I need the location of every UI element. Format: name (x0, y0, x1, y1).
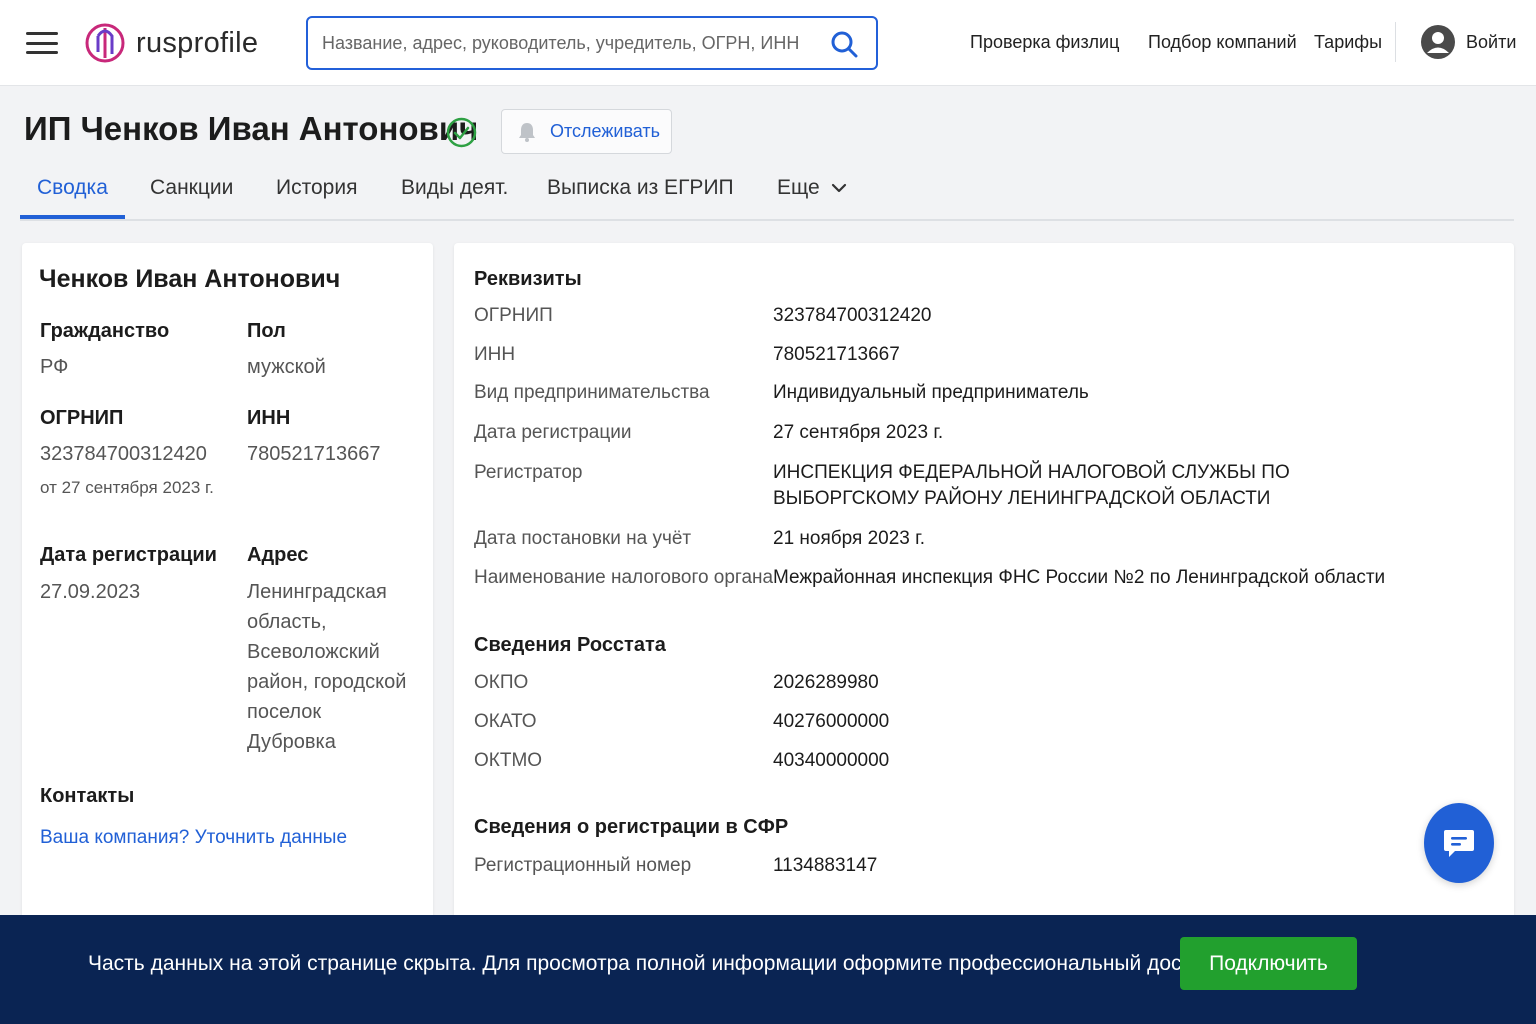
search-icon[interactable] (830, 30, 858, 58)
rusprofile-logo-icon (85, 23, 125, 63)
ogrnip-date: от 27 сентября 2023 г. (40, 478, 214, 497)
nav-divider (1395, 22, 1396, 62)
person-name: Ченков Иван Антонович (39, 265, 341, 293)
connect-button[interactable]: Подключить (1180, 937, 1357, 990)
gender-label: Пол (247, 320, 286, 342)
login-button[interactable]: Войти (1420, 24, 1516, 60)
tab-activities[interactable]: Виды деят. (401, 176, 508, 200)
clarify-data-link[interactable]: Ваша компания? Уточнить данные (40, 827, 347, 849)
rosstat-title: Сведения Росстата (474, 634, 666, 656)
req-row-value: Межрайонная инспекция ФНС России №2 по Л… (773, 567, 1386, 588)
req-row-label: ОГРНИП (474, 305, 553, 326)
tab-bar: Сводка Санкции История Виды деят. Выписк… (20, 168, 1514, 221)
tab-more-label: Еще (777, 176, 820, 199)
paywall-banner-text: Часть данных на этой странице скрыта. Дл… (88, 952, 1214, 975)
rosstat-row-label: ОКАТО (474, 711, 537, 732)
rosstat-row-value: 40276000000 (773, 711, 890, 732)
sfr-row-value: 1134883147 (773, 855, 878, 876)
ogrnip-value: 323784700312420 (40, 443, 207, 465)
regdate-value: 27.09.2023 (40, 581, 141, 603)
top-header: rusprofile Проверка физлиц Подбор компан… (0, 0, 1536, 86)
rosstat-row-label: ОКПО (474, 672, 529, 693)
inn-value: 780521713667 (247, 443, 381, 465)
user-avatar-icon (1421, 25, 1455, 59)
req-row-label: Вид предпринимательства (474, 382, 710, 403)
tab-history[interactable]: История (276, 176, 357, 200)
req-row-label: Дата постановки на учёт (474, 528, 692, 549)
tab-egrip-extract[interactable]: Выписка из ЕГРИП (547, 176, 734, 200)
active-tab-indicator (20, 215, 125, 219)
req-row-label: Наименование налогового органа (474, 567, 774, 588)
rosstat-row-value: 2026289980 (773, 672, 879, 693)
requisites-title: Реквизиты (474, 268, 582, 290)
req-row-value: 27 сентября 2023 г. (773, 422, 944, 443)
nav-check-persons[interactable]: Проверка физлиц (970, 32, 1119, 53)
person-summary-card: Ченков Иван Антонович Гражданство РФ Пол… (22, 243, 433, 943)
verified-check-icon (446, 117, 477, 148)
paywall-banner: Часть данных на этой странице скрыта. Дл… (0, 915, 1536, 1024)
contacts-label: Контакты (40, 785, 135, 807)
citizenship-label: Гражданство (40, 320, 170, 342)
chat-button[interactable] (1424, 803, 1494, 883)
req-row-value: 780521713667 (773, 344, 900, 365)
ogrnip-label: ОГРНИП (40, 407, 124, 429)
tab-more[interactable]: Еще (777, 176, 848, 200)
req-row-value: 323784700312420 (773, 305, 932, 326)
req-row-label: Дата регистрации (474, 422, 632, 443)
logo-text: rusprofile (136, 26, 259, 59)
logo[interactable]: rusprofile (84, 22, 258, 64)
tab-summary[interactable]: Сводка (37, 176, 108, 200)
citizenship-value: РФ (40, 356, 69, 378)
search-box (306, 16, 878, 70)
page-title: ИП Ченков Иван Антонович (24, 110, 479, 147)
chat-bubble-icon (1444, 830, 1474, 857)
rosstat-row-label: ОКТМО (474, 750, 543, 771)
address-value: Ленинградская область, Всеволожский райо… (247, 581, 407, 753)
login-label: Войти (1466, 31, 1517, 52)
regdate-label: Дата регистрации (40, 544, 217, 566)
chevron-down-icon (831, 184, 846, 193)
track-button[interactable]: Отслеживать (501, 109, 672, 154)
gender-value: мужской (247, 356, 326, 378)
inn-label: ИНН (247, 407, 291, 429)
track-button-label: Отслеживать (550, 121, 661, 141)
tab-sanctions[interactable]: Санкции (150, 176, 233, 200)
bell-icon (519, 122, 535, 142)
requisites-card: Реквизиты ОГРНИП 323784700312420 ИНН 780… (454, 243, 1514, 943)
address-label: Адрес (247, 544, 309, 566)
menu-icon[interactable] (26, 32, 58, 54)
req-row-label: Регистратор (474, 462, 583, 483)
rosstat-row-value: 40340000000 (773, 750, 890, 771)
req-row-value: Индивидуальный предприниматель (773, 382, 1089, 403)
req-row-value: 21 ноября 2023 г. (773, 528, 925, 549)
nav-tariffs[interactable]: Тарифы (1314, 32, 1382, 53)
nav-company-search[interactable]: Подбор компаний (1148, 32, 1297, 53)
req-row-label: ИНН (474, 344, 516, 365)
sfr-title: Сведения о регистрации в СФР (474, 816, 789, 838)
sfr-row-label: Регистрационный номер (474, 855, 692, 876)
req-row-value: ИНСПЕКЦИЯ ФЕДЕРАЛЬНОЙ НАЛОГОВОЙ СЛУЖБЫ П… (773, 462, 1290, 509)
search-input[interactable] (322, 18, 822, 68)
